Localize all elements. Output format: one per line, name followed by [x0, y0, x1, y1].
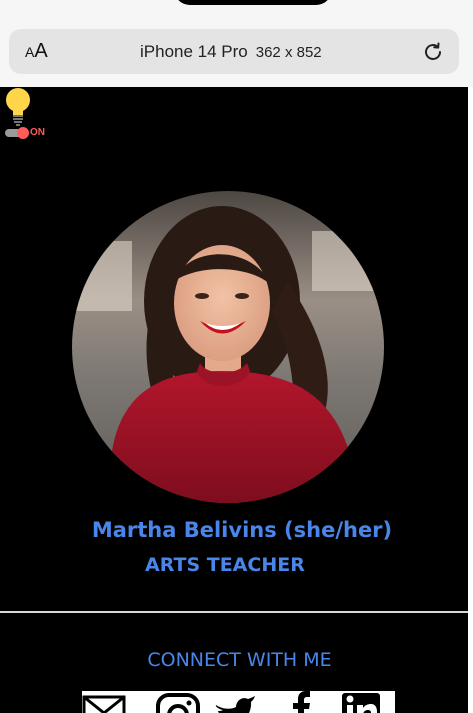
text-size-button[interactable]: AA: [25, 40, 48, 63]
linkedin-link[interactable]: [330, 691, 392, 713]
device-notch: [174, 0, 332, 5]
text-size-large-glyph: A: [34, 40, 48, 62]
facebook-icon: [293, 691, 310, 713]
browser-chrome: AA iPhone 14 Pro 362 x 852: [0, 0, 473, 87]
address-bar[interactable]: AA iPhone 14 Pro 362 x 852: [9, 29, 459, 74]
section-divider: [0, 611, 468, 613]
lightbulb-icon[interactable]: [5, 87, 33, 127]
twitter-link[interactable]: [206, 691, 268, 713]
twitter-icon: [215, 696, 255, 713]
mail-link[interactable]: [82, 691, 144, 713]
text-size-small-glyph: A: [25, 44, 35, 60]
mail-icon: [82, 695, 126, 713]
facebook-link[interactable]: [268, 691, 330, 713]
instagram-link[interactable]: [144, 691, 206, 713]
reload-icon[interactable]: [421, 40, 445, 64]
toggle-knob: [17, 127, 29, 139]
device-model: iPhone 14 Pro: [140, 42, 248, 61]
window-edge: [468, 87, 473, 713]
theme-toggle[interactable]: ON: [5, 127, 45, 139]
profile-title: ARTS TEACHER: [145, 554, 305, 576]
page-viewport: ON Martha Belivins (she/her) ARTS TEACHE…: [0, 87, 468, 713]
toggle-label: ON: [30, 127, 45, 138]
profile-photo: [72, 191, 384, 503]
device-label: iPhone 14 Pro 362 x 852: [140, 42, 322, 62]
profile-name: Martha Belivins (she/her): [91, 518, 393, 542]
linkedin-icon: [342, 693, 380, 713]
connect-heading: CONNECT WITH ME: [147, 649, 332, 671]
social-links-bar: [82, 691, 395, 713]
instagram-icon: [156, 693, 200, 713]
device-dimensions: 362 x 852: [255, 44, 322, 61]
